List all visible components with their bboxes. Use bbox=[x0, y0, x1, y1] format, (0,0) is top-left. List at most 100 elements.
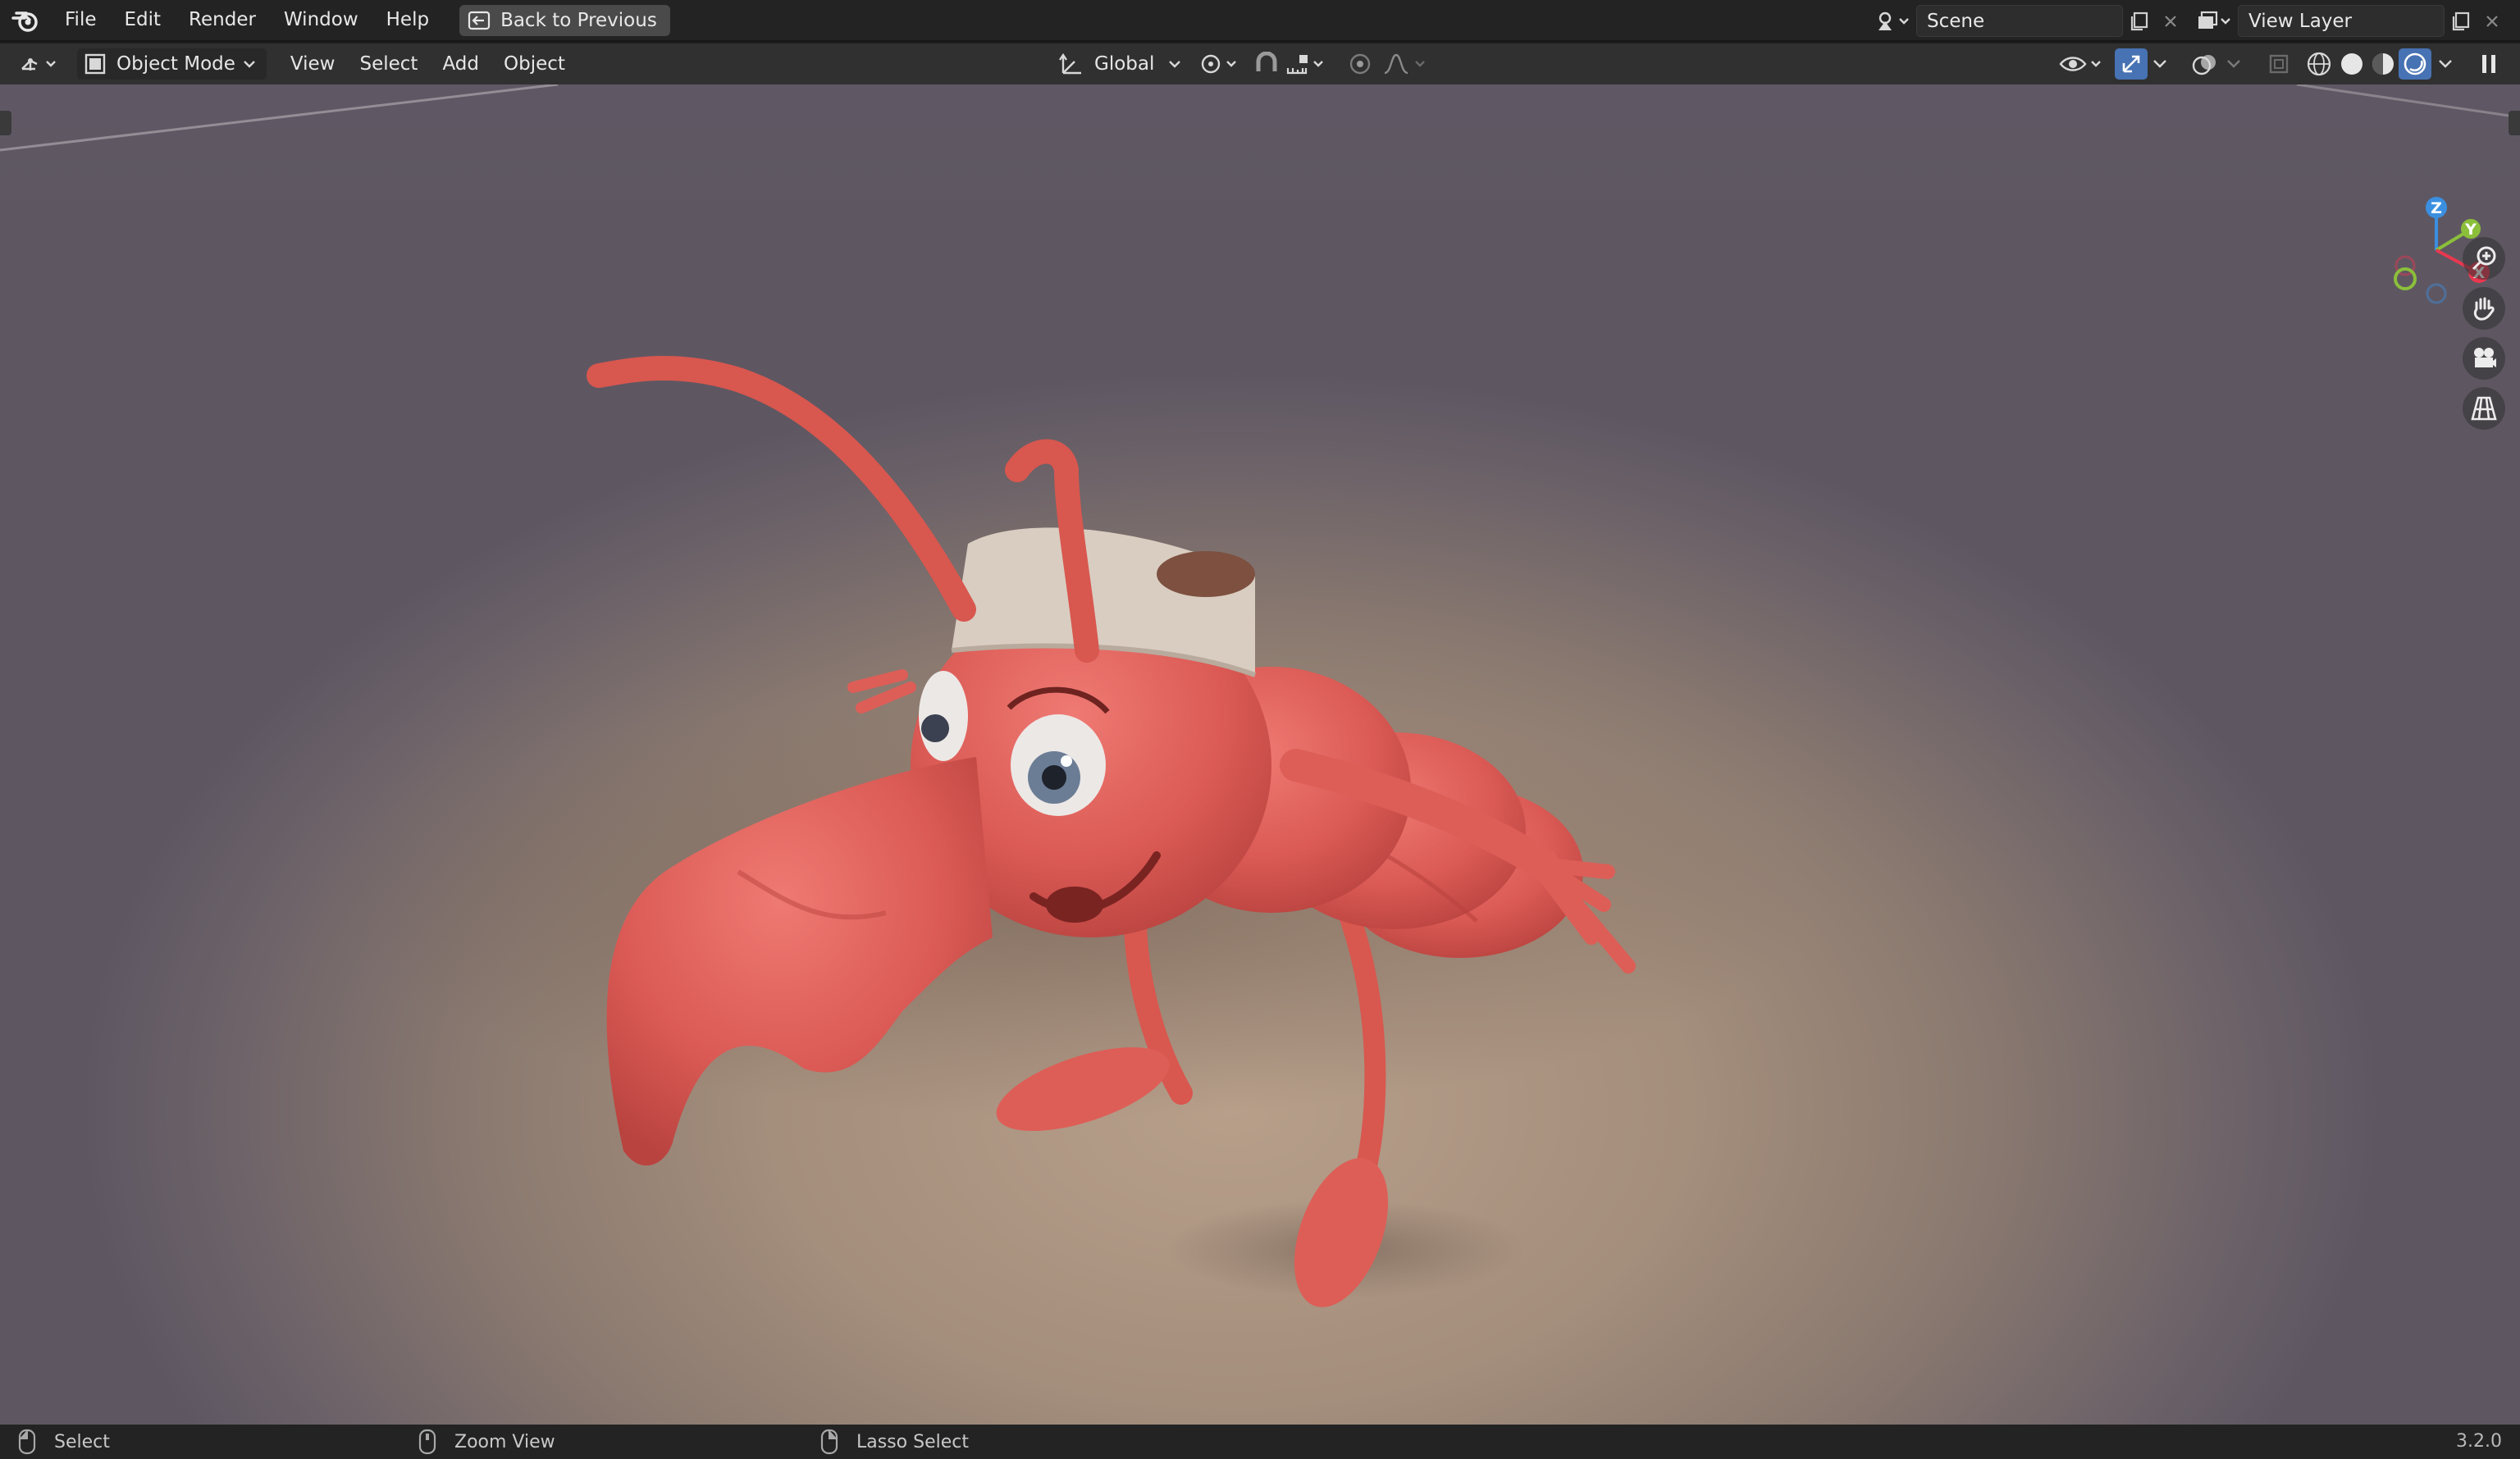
viewport-header: Object Mode View Select Add Object Globa… bbox=[0, 43, 2520, 84]
pivot-icon bbox=[1201, 54, 1236, 74]
editor-type-button[interactable] bbox=[13, 48, 66, 80]
top-bar: File Edit Render Window Help Back to Pre… bbox=[0, 0, 2520, 42]
solid-sphere-icon bbox=[2341, 53, 2362, 75]
blender-logo-icon[interactable] bbox=[0, 0, 51, 41]
view-layer-icon bbox=[2198, 11, 2230, 29]
menu-help[interactable]: Help bbox=[372, 0, 443, 41]
scene-browse-button[interactable] bbox=[1870, 5, 1916, 37]
wireframe-sphere-icon bbox=[2307, 52, 2331, 76]
proportional-editing-toggle[interactable] bbox=[1345, 48, 1375, 80]
object-mode-dropdown[interactable]: Object Mode bbox=[77, 48, 267, 80]
falloff-curve-icon bbox=[1384, 53, 1425, 75]
hand-pan-icon bbox=[2473, 297, 2495, 321]
new-view-layer-button[interactable] bbox=[2445, 5, 2477, 37]
back-arrow-icon bbox=[468, 11, 491, 30]
pivot-point-dropdown[interactable] bbox=[1198, 48, 1242, 80]
overlays-icon bbox=[2192, 55, 2216, 75]
menu-select[interactable]: Select bbox=[347, 53, 430, 75]
chevron-down-icon bbox=[2227, 60, 2240, 68]
view-layer-browse-button[interactable] bbox=[2192, 5, 2238, 37]
gizmo-z-label: Z bbox=[2431, 199, 2442, 217]
transform-orientation-label: Global bbox=[1094, 53, 1155, 75]
mouse-middle-icon bbox=[418, 1429, 436, 1455]
view-layer-selector: View Layer bbox=[2192, 5, 2507, 37]
menu-file[interactable]: File bbox=[51, 0, 111, 41]
duplicate-icon bbox=[2452, 11, 2470, 30]
scene-icon bbox=[1879, 11, 1909, 30]
perspective-grid-icon bbox=[2471, 396, 2497, 421]
toolbar-region-handle[interactable] bbox=[0, 111, 11, 135]
pan-view-button[interactable] bbox=[2463, 287, 2505, 330]
scene-name: Scene bbox=[1927, 10, 1985, 32]
back-to-previous-button[interactable]: Back to Previous bbox=[459, 4, 670, 36]
snap-increment-icon bbox=[1286, 55, 1323, 75]
gizmo-icon bbox=[2122, 55, 2140, 73]
camera-icon bbox=[2474, 348, 2496, 367]
overlays-toggle[interactable] bbox=[2190, 48, 2220, 80]
shading-material-button[interactable] bbox=[2369, 48, 2397, 80]
duplicate-icon bbox=[2130, 11, 2148, 30]
status-hint-lasso: Lasso Select bbox=[819, 1425, 969, 1459]
proportional-edit-icon bbox=[1349, 53, 1371, 75]
close-icon bbox=[2165, 15, 2176, 27]
back-to-previous-label: Back to Previous bbox=[500, 9, 657, 31]
3d-viewport[interactable]: Z Y X bbox=[0, 84, 2520, 1425]
gizmo-options-dropdown[interactable] bbox=[2151, 48, 2169, 80]
chevron-down-icon bbox=[244, 61, 255, 68]
status-hint-select: Select bbox=[16, 1425, 110, 1459]
magnet-icon bbox=[1256, 52, 1277, 71]
gizmo-y-label: Y bbox=[2464, 221, 2477, 239]
new-scene-button[interactable] bbox=[2123, 5, 2156, 37]
sidebar-region-handle[interactable] bbox=[2509, 111, 2520, 135]
view-layer-name: View Layer bbox=[2248, 10, 2353, 32]
zoom-view-button[interactable] bbox=[2463, 237, 2505, 280]
object-mode-label: Object Mode bbox=[116, 53, 235, 75]
menu-view[interactable]: View bbox=[278, 53, 348, 75]
pause-render-button[interactable] bbox=[2472, 48, 2505, 80]
falloff-dropdown[interactable] bbox=[1381, 48, 1431, 80]
menu-window[interactable]: Window bbox=[270, 0, 372, 41]
menu-edit[interactable]: Edit bbox=[111, 0, 176, 41]
xray-icon bbox=[2269, 54, 2289, 74]
menu-object[interactable]: Object bbox=[491, 53, 578, 75]
camera-view-button[interactable] bbox=[2463, 337, 2505, 380]
shading-solid-button[interactable] bbox=[2338, 48, 2366, 80]
version-number: 3.2.0 bbox=[2456, 1431, 2502, 1452]
menu-render[interactable]: Render bbox=[175, 0, 270, 41]
scene-selector: Scene bbox=[1870, 5, 2185, 37]
status-zoom-label: Zoom View bbox=[454, 1431, 555, 1452]
object-mode-icon bbox=[84, 53, 106, 75]
orientation-global-icon bbox=[1059, 52, 1081, 75]
chevron-down-icon bbox=[2439, 60, 2452, 68]
chevron-down-icon bbox=[2153, 60, 2166, 68]
3d-viewport-icon bbox=[21, 58, 56, 71]
status-lasso-label: Lasso Select bbox=[856, 1431, 969, 1452]
shading-rendered-button[interactable] bbox=[2399, 48, 2431, 80]
snap-target-dropdown[interactable] bbox=[1285, 48, 1329, 80]
xray-toggle[interactable] bbox=[2266, 48, 2292, 80]
rendered-sphere-icon bbox=[2404, 52, 2426, 75]
ant-character-render bbox=[0, 84, 2520, 1307]
status-select-label: Select bbox=[54, 1431, 110, 1452]
eye-icon bbox=[2059, 57, 2101, 71]
transform-orientation-dropdown[interactable]: Global bbox=[1053, 48, 1187, 80]
shading-wireframe-button[interactable] bbox=[2305, 48, 2333, 80]
menu-add[interactable]: Add bbox=[430, 53, 491, 75]
mouse-right-icon bbox=[820, 1429, 838, 1455]
status-bar: Select Zoom View Lasso Select 3.2.0 bbox=[0, 1425, 2520, 1459]
zoom-in-icon bbox=[2472, 246, 2496, 271]
overlays-dropdown[interactable] bbox=[2225, 48, 2243, 80]
view-layer-name-field[interactable]: View Layer bbox=[2238, 5, 2445, 37]
visibility-dropdown[interactable] bbox=[2057, 48, 2107, 80]
mouse-left-icon bbox=[18, 1429, 36, 1455]
scene-name-field[interactable]: Scene bbox=[1916, 5, 2123, 37]
show-gizmo-toggle[interactable] bbox=[2115, 48, 2148, 80]
snap-toggle[interactable] bbox=[1252, 48, 1281, 80]
delete-view-layer-button[interactable] bbox=[2477, 5, 2507, 37]
shading-options-dropdown[interactable] bbox=[2436, 48, 2454, 80]
toggle-perspective-button[interactable] bbox=[2463, 387, 2505, 430]
chevron-down-icon bbox=[1169, 61, 1181, 68]
delete-scene-button[interactable] bbox=[2156, 5, 2185, 37]
status-hint-zoom: Zoom View bbox=[417, 1425, 555, 1459]
material-sphere-icon bbox=[2372, 53, 2394, 75]
